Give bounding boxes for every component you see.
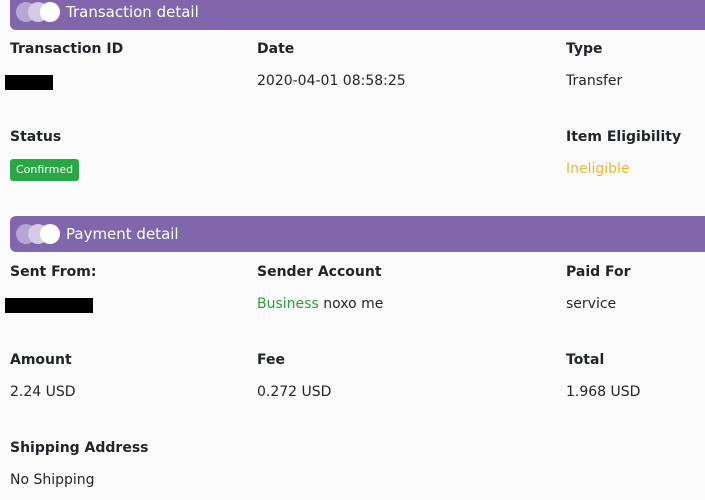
payment-detail-header: Payment detail: [10, 216, 705, 252]
fee-label: Fee: [257, 352, 285, 368]
amount-value: 2.24 USD: [10, 384, 76, 400]
total-label: Total: [566, 352, 605, 368]
status-label: Status: [10, 129, 62, 145]
sender-account-type: Business: [257, 296, 319, 312]
paid-for-label: Paid For: [566, 264, 631, 280]
amount-label: Amount: [10, 352, 72, 368]
sent-from-label: Sent From:: [10, 264, 97, 280]
sender-account-value: Business noxo me: [257, 296, 383, 312]
toggle-circles-icon: [16, 223, 62, 245]
type-label: Type: [566, 41, 603, 57]
sender-account-name: noxo me: [323, 296, 384, 312]
date-label: Date: [257, 41, 295, 57]
fee-value: 0.272 USD: [257, 384, 332, 400]
transaction-detail-header: Transaction detail: [10, 0, 705, 30]
sender-account-label: Sender Account: [257, 264, 382, 280]
paid-for-value: service: [566, 296, 617, 312]
total-value: 1.968 USD: [566, 384, 641, 400]
sent-from-redacted: [5, 298, 93, 313]
item-eligibility-value: Ineligible: [566, 161, 630, 177]
shipping-address-label: Shipping Address: [10, 440, 149, 456]
transaction-id-redacted: [5, 75, 53, 90]
shipping-address-value: No Shipping: [10, 472, 95, 488]
payment-detail-title: Payment detail: [66, 225, 179, 243]
status-badge: Confirmed: [10, 159, 80, 181]
transaction-detail-title: Transaction detail: [66, 3, 199, 21]
transaction-id-label: Transaction ID: [10, 41, 124, 57]
type-value: Transfer: [566, 73, 623, 89]
item-eligibility-label: Item Eligibility: [566, 129, 682, 145]
toggle-circles-icon: [16, 1, 62, 23]
transaction-page: Transaction detail Transaction ID Date T…: [0, 0, 705, 500]
date-value: 2020-04-01 08:58:25: [257, 73, 406, 89]
